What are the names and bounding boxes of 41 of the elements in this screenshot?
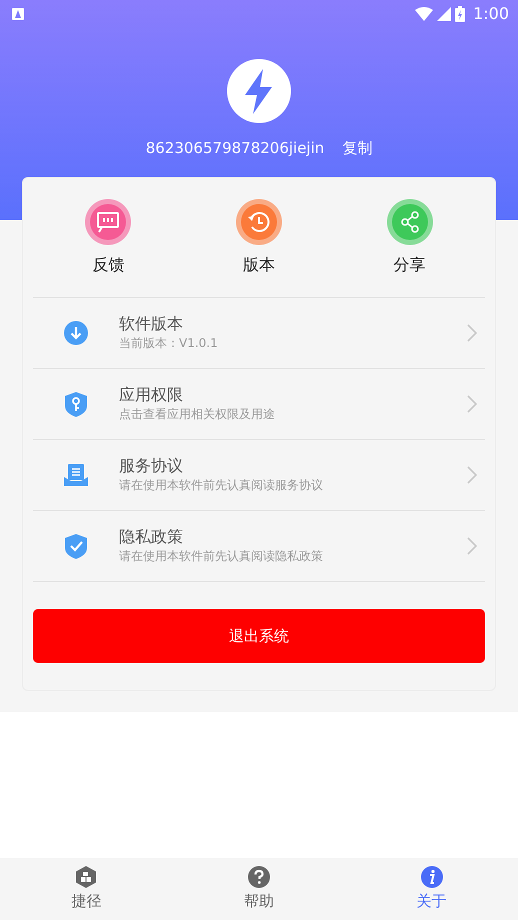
- chevron-icon: [467, 466, 477, 484]
- menu-subtitle: 请在使用本软件前先认真阅读服务协议: [119, 477, 323, 494]
- chat-icon[interactable]: [85, 198, 132, 244]
- menu-subtitle: 当前版本：V1.0.1: [119, 335, 218, 352]
- action-label[interactable]: 分享: [394, 252, 426, 276]
- app-logo: [227, 59, 291, 123]
- grid-icon: [75, 866, 98, 888]
- chevron-icon: [467, 395, 477, 413]
- chevron-icon: [467, 537, 477, 555]
- menu-title: 应用权限: [119, 384, 184, 406]
- battery-icon: [455, 6, 466, 22]
- share-icon[interactable]: [386, 198, 433, 244]
- signal-icon: [437, 7, 452, 21]
- info-icon: [420, 866, 443, 888]
- account-id: 862306579878206jiejin: [146, 138, 324, 159]
- copy-link[interactable]: 复制: [342, 137, 372, 160]
- menu-title: 隐私政策: [119, 526, 184, 548]
- action-label[interactable]: 版本: [242, 252, 275, 276]
- shield-key-icon: [63, 391, 89, 417]
- download-icon: [63, 320, 89, 346]
- menu-title: 软件版本: [119, 314, 184, 334]
- status-time: 1:00: [473, 3, 509, 25]
- help-icon: [248, 866, 270, 888]
- logout-button[interactable]: 退出系统: [33, 609, 485, 663]
- document-tray-icon: [63, 462, 89, 488]
- menu-row[interactable]: 软件版本 当前版本：V1.0.1: [33, 298, 485, 369]
- menu-row[interactable]: 服务协议 请在使用本软件前先认真阅读服务协议: [33, 440, 485, 511]
- wifi-icon: [415, 7, 434, 21]
- history-icon[interactable]: [236, 198, 282, 244]
- nav-tab[interactable]: 帮助: [198, 858, 319, 920]
- nav-tab[interactable]: 关于: [372, 858, 492, 920]
- menu-row[interactable]: 隐私政策 请在使用本软件前先认真阅读隐私政策: [33, 511, 485, 582]
- notification-icon: [12, 8, 24, 20]
- chevron-icon: [467, 324, 477, 342]
- menu-title: 服务协议: [119, 456, 184, 476]
- nav-tab[interactable]: 捷径: [26, 858, 146, 920]
- action-label[interactable]: 反馈: [92, 252, 124, 276]
- menu-subtitle: 请在使用本软件前先认真阅读隐私政策: [119, 548, 323, 566]
- shield-check-icon: [63, 533, 89, 559]
- menu-row[interactable]: 应用权限 点击查看应用相关权限及用途: [33, 369, 485, 440]
- menu-subtitle: 点击查看应用相关权限及用途: [119, 406, 275, 424]
